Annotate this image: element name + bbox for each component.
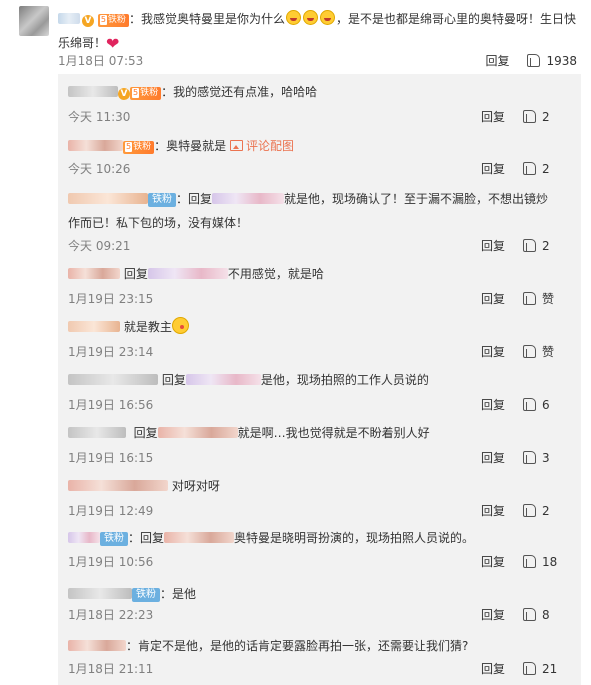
avatar[interactable] xyxy=(19,6,49,36)
thumbs-up-icon xyxy=(523,345,536,358)
like-button[interactable]: 18 xyxy=(523,555,567,569)
comment-picture-link[interactable]: 评论配图 xyxy=(229,139,294,153)
laugh-emoji-icon xyxy=(285,10,301,25)
thumbs-up-icon xyxy=(523,504,536,517)
reply-button[interactable]: 回复 xyxy=(481,449,505,466)
like-button[interactable]: 2 xyxy=(523,239,567,253)
heart-icon: ❤ xyxy=(106,34,120,53)
reply-button[interactable]: 回复 xyxy=(481,343,505,360)
verified-v-icon: V xyxy=(118,88,130,100)
fan-badge: 5 铁粉 xyxy=(123,141,155,154)
mention-blurred[interactable] xyxy=(157,427,238,438)
reply-timestamp: 1月19日 12:49 xyxy=(68,504,154,518)
kiss-emoji-icon xyxy=(171,317,189,334)
comment-actions: 回复 1938 xyxy=(485,52,577,69)
thumbs-up-icon xyxy=(523,239,536,252)
reply-button[interactable]: 回复 xyxy=(485,52,509,69)
username-blurred[interactable] xyxy=(68,268,120,279)
like-count: 1938 xyxy=(546,53,577,68)
thumbs-up-icon xyxy=(523,110,536,123)
fan-badge: 5 铁粉 xyxy=(130,87,162,100)
like-button[interactable]: 2 xyxy=(523,110,567,124)
reply-timestamp: 1月18日 21:11 xyxy=(68,662,154,676)
reply-timestamp: 1月19日 23:15 xyxy=(68,292,154,306)
reply-button[interactable]: 回复 xyxy=(481,290,505,307)
reply-button[interactable]: 回复 xyxy=(481,606,505,623)
comment-text: V 5 铁粉 ：我感觉奥特曼里是你为什么 ，是不是也都是绵哥心里的奥特曼呀！生日快乐绵… xyxy=(58,10,576,53)
username-blurred[interactable] xyxy=(68,374,158,385)
mention-blurred[interactable] xyxy=(185,374,261,385)
mention-blurred[interactable] xyxy=(212,193,285,204)
reply-button[interactable]: 回复 xyxy=(481,160,505,177)
fan-badge: 5 铁粉 xyxy=(97,14,129,27)
iron-fan-badge: 铁粉 xyxy=(148,193,176,207)
username-blurred[interactable] xyxy=(68,427,126,438)
reply-text: ：我的感觉还有点准，哈哈哈 xyxy=(161,85,318,99)
iron-fan-badge: 铁粉 xyxy=(132,588,160,602)
like-button[interactable]: 8 xyxy=(523,608,567,622)
image-icon xyxy=(229,140,243,151)
reply-button[interactable]: 回复 xyxy=(481,502,505,519)
reply-timestamp: 1月19日 16:15 xyxy=(68,451,154,465)
laugh-emoji-icon xyxy=(302,10,318,25)
thumbs-up-icon xyxy=(523,555,536,568)
username-blurred[interactable] xyxy=(68,640,126,651)
like-button[interactable]: 2 xyxy=(523,162,567,176)
reply-button[interactable]: 回复 xyxy=(481,660,505,677)
iron-fan-badge: 铁粉 xyxy=(100,532,128,546)
mention-blurred[interactable] xyxy=(147,268,228,279)
username-blurred[interactable] xyxy=(68,86,118,97)
reply-timestamp: 1月19日 16:56 xyxy=(68,398,154,412)
like-button[interactable]: 21 xyxy=(523,662,567,676)
reply-button[interactable]: 回复 xyxy=(481,553,505,570)
username-blurred[interactable] xyxy=(68,321,120,332)
username-blurred[interactable] xyxy=(68,532,100,543)
thumbs-up-icon xyxy=(523,162,536,175)
username-blurred[interactable] xyxy=(68,588,132,599)
main-comment: V 5 铁粉 ：我感觉奥特曼里是你为什么 ，是不是也都是绵哥心里的奥特曼呀！生日快乐绵… xyxy=(0,0,591,72)
username-blurred[interactable] xyxy=(68,193,148,204)
reply-button[interactable]: 回复 xyxy=(481,396,505,413)
like-button[interactable]: 6 xyxy=(523,398,567,412)
verified-v-icon: V xyxy=(82,15,94,27)
reply-button[interactable]: 回复 xyxy=(481,108,505,125)
thumbs-up-icon xyxy=(523,608,536,621)
thumbs-up-icon xyxy=(523,662,536,675)
reply-timestamp: 今天 10:26 xyxy=(68,162,131,176)
like-button[interactable]: 2 xyxy=(523,504,567,518)
username-blurred[interactable] xyxy=(68,480,168,491)
username-blurred[interactable] xyxy=(58,13,80,24)
reply-timestamp: 今天 09:21 xyxy=(68,239,131,253)
reply-timestamp: 1月19日 10:56 xyxy=(68,555,154,569)
thumbs-up-icon xyxy=(523,451,536,464)
thumbs-up-icon xyxy=(527,54,541,67)
thumbs-up-icon xyxy=(523,398,536,411)
username-blurred[interactable] xyxy=(68,140,123,151)
like-button[interactable]: 赞 xyxy=(523,290,567,307)
reply-timestamp: 1月18日 22:23 xyxy=(68,608,154,622)
like-button[interactable]: 3 xyxy=(523,451,567,465)
replies-panel: V 5 铁粉 ：我的感觉还有点准，哈哈哈 今天 11:30 回复 2 5 铁粉 ：奥特曼就… xyxy=(58,74,581,685)
reply-button[interactable]: 回复 xyxy=(481,237,505,254)
comment-timestamp: 1月18日 07:53 xyxy=(58,54,144,68)
thumbs-up-icon xyxy=(523,292,536,305)
laugh-emoji-icon xyxy=(319,10,335,25)
reply-timestamp: 1月19日 23:14 xyxy=(68,345,154,359)
like-button[interactable]: 赞 xyxy=(523,343,567,360)
reply-timestamp: 今天 11:30 xyxy=(68,110,131,124)
like-button[interactable]: 1938 xyxy=(527,54,577,68)
mention-blurred[interactable] xyxy=(164,532,235,543)
